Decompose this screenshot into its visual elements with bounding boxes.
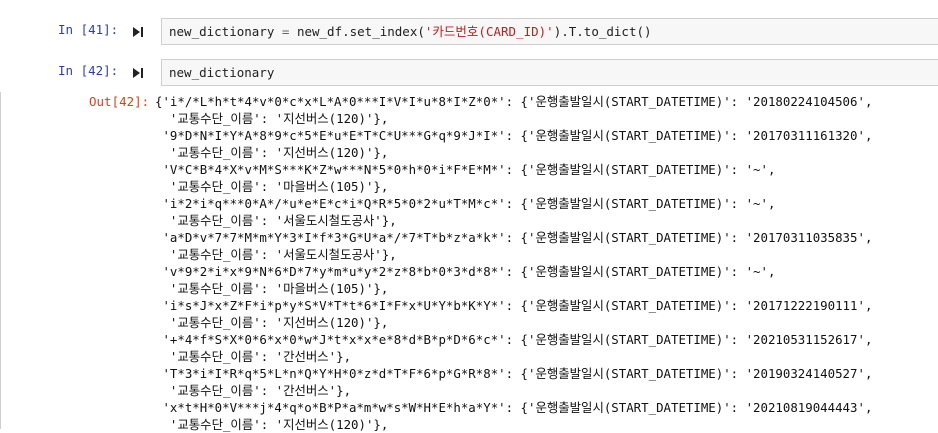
- output-line: 'i*2*i*q***0*A*/*u*e*E*c*i*Q*R*5*0*2*u*T…: [155, 196, 776, 211]
- code-token: new_dictionary: [169, 24, 282, 39]
- input-prompt: In [41]:: [58, 22, 119, 37]
- output-line: '교통수단_이름': '간선버스'},: [155, 349, 352, 364]
- output-line: '교통수단_이름': '지선버스(120)'},: [155, 145, 389, 160]
- run-step-icon[interactable]: [130, 65, 146, 81]
- code-token: new_dictionary: [169, 65, 275, 80]
- output-line: '+*4*f*S*X*0*6*x*0*w*J*t*x*x*e*8*d*B*p*D…: [155, 332, 873, 347]
- output-line: '교통수단_이름': '마을버스(105)'},: [155, 281, 389, 296]
- run-step-icon[interactable]: [130, 24, 146, 40]
- output-text: {'i*/*L*h*t*4*v*0*c*x*L*A*0***I*V*I*u*8*…: [155, 93, 935, 433]
- output-line: 'v*9*2*i*x*9*N*6*D*7*y*m*u*y*2*z*8*b*0*3…: [155, 264, 776, 279]
- code-string: '카드번호(CARD_ID)': [424, 24, 554, 39]
- code-token: ).T.to_dict(): [553, 24, 652, 39]
- input-prompt: In [42]:: [58, 63, 119, 78]
- output-line: {'i*/*L*h*t*4*v*0*c*x*L*A*0***I*V*I*u*8*…: [155, 94, 873, 109]
- output-line: '9*D*N*I*Y*A*8*9*c*5*E*u*E*T*C*U***G*q*9…: [155, 128, 873, 143]
- output-line: '교통수단_이름': '지선버스(120)'},: [155, 315, 389, 330]
- output-line: 'V*C*B*4*X*v*M*S***K*Z*w***N*5*0*h*0*i*F…: [155, 162, 776, 177]
- code-cell-42[interactable]: In [42]: new_dictionary: [0, 57, 938, 87]
- output-line: '교통수단_이름': '지선버스(120)'},: [155, 417, 389, 432]
- code-token: new_df.set_index(: [289, 24, 425, 39]
- output-line: 'T*3*i*I*R*q*5*L*n*Q*Y*H*0*z*d*T*F*6*p*G…: [155, 366, 873, 381]
- output-line: '교통수단_이름': '간선버스'},: [155, 383, 352, 398]
- output-line: 'x*t*H*0*V***j*4*q*o*B*P*a*m*w*s*W*H*E*h…: [155, 400, 873, 415]
- output-area[interactable]: Out[42]: {'i*/*L*h*t*4*v*0*c*x*L*A*0***I…: [0, 92, 938, 432]
- output-prompt: Out[42]:: [89, 94, 150, 109]
- output-line: '교통수단_이름': '서울도시철도공사'},: [155, 213, 397, 228]
- output-line: 'a*D*v*7*7*M*m*Y*3*I*f*3*G*U*a*/*7*T*b*z…: [155, 230, 873, 245]
- output-line: '교통수단_이름': '서울도시철도공사'},: [155, 247, 397, 262]
- output-line: 'i*s*J*x*Z*F*i*p*y*S*V*T*t*6*I*F*x*U*Y*b…: [155, 298, 873, 313]
- output-line: '교통수단_이름': '마을버스(105)'},: [155, 179, 389, 194]
- code-input[interactable]: new_dictionary: [161, 59, 938, 86]
- code-input[interactable]: new_dictionary = new_df.set_index('카드번호(…: [161, 18, 938, 45]
- code-cell-41[interactable]: In [41]: new_dictionary = new_df.set_ind…: [0, 16, 938, 46]
- output-line: '교통수단_이름': '지선버스(120)'},: [155, 111, 389, 126]
